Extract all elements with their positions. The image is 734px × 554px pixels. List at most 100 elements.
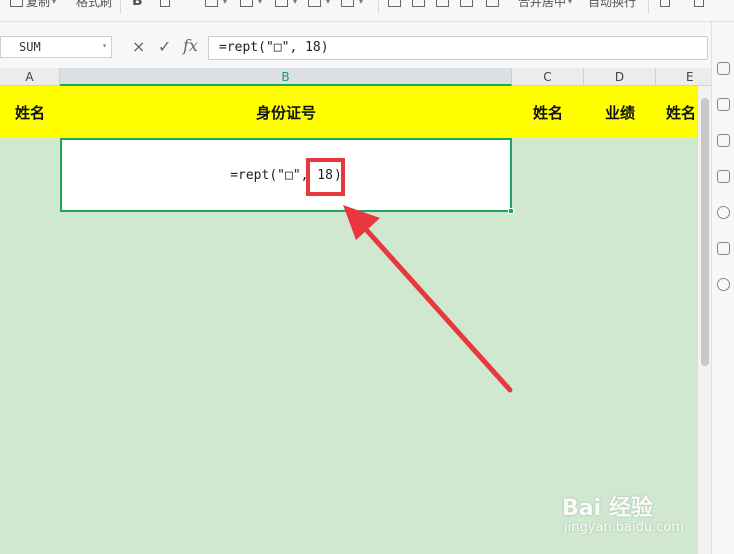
fill-color-button[interactable]: ▾ <box>240 0 262 9</box>
table-cell[interactable] <box>656 211 697 285</box>
table-cell[interactable] <box>584 284 657 358</box>
italic-button[interactable] <box>160 0 173 9</box>
font-color-icon <box>308 0 321 7</box>
percent-icon <box>694 0 704 7</box>
column-header-d[interactable]: D <box>584 68 656 86</box>
vertical-scrollbar[interactable] <box>697 86 711 554</box>
align-left-button[interactable] <box>388 0 404 9</box>
border-icon <box>205 0 218 7</box>
table-cell[interactable] <box>0 430 61 504</box>
cell-b1[interactable]: 身份证号 <box>60 86 513 139</box>
table-cell[interactable] <box>656 357 697 431</box>
chevron-down-icon: ▾ <box>359 0 364 6</box>
align-right-button[interactable] <box>436 0 452 9</box>
column-header-e[interactable]: E <box>656 68 716 86</box>
copy-icon <box>10 0 23 7</box>
column-header-a[interactable]: A <box>0 68 60 86</box>
table-cell[interactable] <box>60 211 513 285</box>
copy-label: 复制 <box>26 0 51 9</box>
merge-center-label: 合并居中 <box>518 0 567 9</box>
filter-icon[interactable] <box>717 170 730 183</box>
table-cell[interactable] <box>60 357 513 431</box>
table-cell[interactable] <box>656 138 697 212</box>
cursor-icon[interactable] <box>717 98 730 111</box>
table-cell[interactable] <box>0 357 61 431</box>
font-color-button[interactable]: ▾ <box>308 0 330 9</box>
table-cell[interactable] <box>60 430 513 504</box>
bold-button[interactable]: B <box>132 0 143 9</box>
table-cell[interactable] <box>512 284 585 358</box>
cell-d1[interactable]: 业绩 <box>584 86 657 139</box>
fill-handle[interactable] <box>508 208 514 214</box>
table-cell[interactable] <box>512 211 585 285</box>
border-button[interactable]: ▾ <box>205 0 227 9</box>
cell-a1[interactable]: 姓名 <box>0 86 61 139</box>
cell-c1[interactable]: 姓名 <box>512 86 585 139</box>
eraser-icon <box>341 0 354 7</box>
ribbon-divider <box>378 0 379 14</box>
table-cell[interactable] <box>0 138 61 212</box>
number-format-button[interactable] <box>660 0 673 9</box>
table-cell[interactable] <box>512 503 585 554</box>
highlight-button[interactable]: ▾ <box>275 0 297 9</box>
chevron-down-icon: ▾ <box>293 0 298 6</box>
align-right-icon <box>436 0 449 7</box>
table-cell[interactable] <box>60 503 513 554</box>
highlight-icon <box>275 0 288 7</box>
format-painter-label: 格式刷 <box>76 0 113 9</box>
format-painter-button[interactable]: 格式刷 <box>76 0 112 9</box>
bold-label: B <box>132 0 143 9</box>
table-cell[interactable] <box>584 211 657 285</box>
table-cell[interactable] <box>584 503 657 554</box>
justify-button[interactable] <box>460 0 476 9</box>
column-header-b[interactable]: B <box>60 68 512 86</box>
chevron-down-icon: ▾ <box>223 0 228 6</box>
highlighted-argument: 18 <box>317 167 333 183</box>
confirm-icon[interactable]: ✓ <box>158 38 171 56</box>
spreadsheet-grid: 姓名 身份证号 姓名 业绩 姓名 =rept("□", 18) <box>0 86 697 554</box>
number-format-icon <box>660 0 670 7</box>
format-icon[interactable] <box>717 134 730 147</box>
table-cell[interactable] <box>584 138 657 212</box>
indent-button[interactable] <box>486 0 502 9</box>
chevron-down-icon[interactable]: ▾ <box>102 41 107 50</box>
share-icon[interactable] <box>717 278 730 291</box>
table-cell[interactable] <box>0 211 61 285</box>
insert-function-button[interactable]: fx <box>183 37 198 55</box>
table-cell[interactable] <box>0 284 61 358</box>
table-cell[interactable] <box>512 357 585 431</box>
eraser-button[interactable]: ▾ <box>341 0 363 9</box>
indent-icon <box>486 0 499 7</box>
fill-color-icon <box>240 0 253 7</box>
merge-center-button[interactable]: 合并居中 ▾ <box>518 0 572 9</box>
table-cell[interactable] <box>584 430 657 504</box>
copy-button[interactable]: 复制 ▾ <box>10 0 56 9</box>
select-icon[interactable] <box>717 62 730 75</box>
name-box[interactable]: SUM ▾ <box>0 36 112 58</box>
align-center-button[interactable] <box>412 0 428 9</box>
column-header-c[interactable]: C <box>512 68 584 86</box>
percent-button[interactable] <box>694 0 707 9</box>
column-headers: A B C D E <box>0 68 734 86</box>
table-cell[interactable] <box>656 430 697 504</box>
table-cell[interactable] <box>656 284 697 358</box>
formula-input[interactable]: =rept("□", 18) <box>208 36 708 60</box>
justify-icon <box>460 0 473 7</box>
table-cell[interactable] <box>0 503 61 554</box>
selected-cell-b2[interactable]: =rept("□", 18) <box>60 138 514 214</box>
chevron-down-icon: ▾ <box>52 0 57 6</box>
history-icon[interactable] <box>717 206 730 219</box>
table-cell[interactable] <box>656 503 697 554</box>
align-center-icon <box>412 0 425 7</box>
table-cell[interactable] <box>60 284 513 358</box>
cell-e1[interactable]: 姓名 <box>656 86 697 139</box>
wrap-text-button[interactable]: 自动换行 <box>588 0 636 9</box>
name-box-value: SUM <box>19 40 41 54</box>
table-cell[interactable] <box>512 138 585 212</box>
cancel-icon[interactable]: × <box>132 38 145 56</box>
scrollbar-thumb[interactable] <box>701 98 709 366</box>
backup-icon[interactable] <box>717 242 730 255</box>
table-cell[interactable] <box>584 357 657 431</box>
wrap-text-label: 自动换行 <box>588 0 637 9</box>
table-cell[interactable] <box>512 430 585 504</box>
